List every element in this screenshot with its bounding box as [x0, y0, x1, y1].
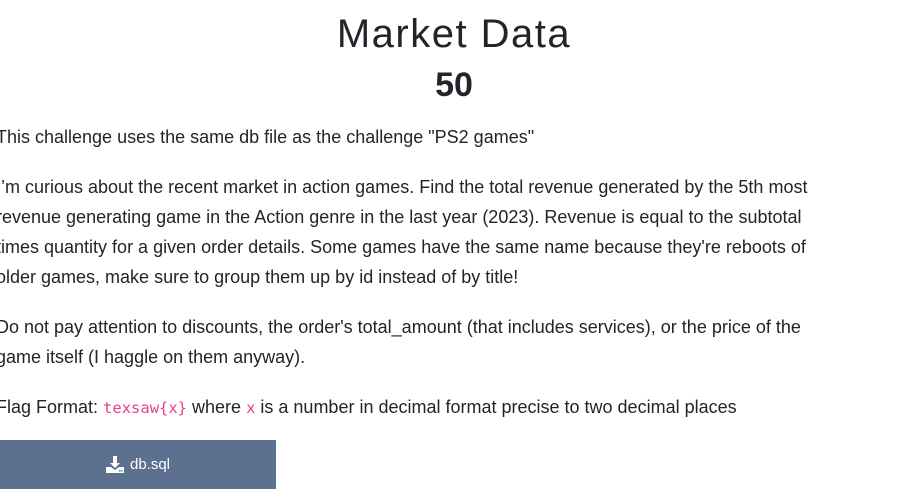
text-line: times quantity for a given order details…	[0, 237, 806, 257]
text-line: revenue generating game in the Action ge…	[0, 207, 802, 227]
description-paragraph-3: Do not pay attention to discounts, the o…	[0, 312, 914, 372]
flag-code: texsaw{x}	[103, 399, 188, 417]
description-paragraph-2: I’m curious about the recent market in a…	[0, 172, 914, 292]
text-line: I’m curious about the recent market in a…	[0, 177, 808, 197]
flag-suffix: is a number in decimal format precise to…	[255, 397, 737, 417]
download-db-button[interactable]: db.sql	[0, 440, 276, 489]
text-line: Do not pay attention to discounts, the o…	[0, 317, 801, 337]
challenge-points: 50	[435, 66, 473, 104]
text-line: game itself (I haggle on them anyway).	[0, 347, 306, 367]
download-icon	[105, 456, 124, 473]
flag-var: x	[246, 399, 256, 417]
description-paragraph-1: This challenge uses the same db file as …	[0, 127, 535, 147]
challenge-description: This challenge uses the same db file as …	[0, 122, 914, 443]
text-line: older games, make sure to group them up …	[0, 267, 519, 287]
download-label: db.sql	[129, 456, 171, 473]
flag-format: Flag Format: texsaw{x} where x is a numb…	[0, 392, 914, 423]
flag-prefix: Flag Format:	[0, 397, 104, 417]
challenge-title: Market Data	[336, 12, 572, 56]
flag-middle: where	[187, 397, 247, 417]
